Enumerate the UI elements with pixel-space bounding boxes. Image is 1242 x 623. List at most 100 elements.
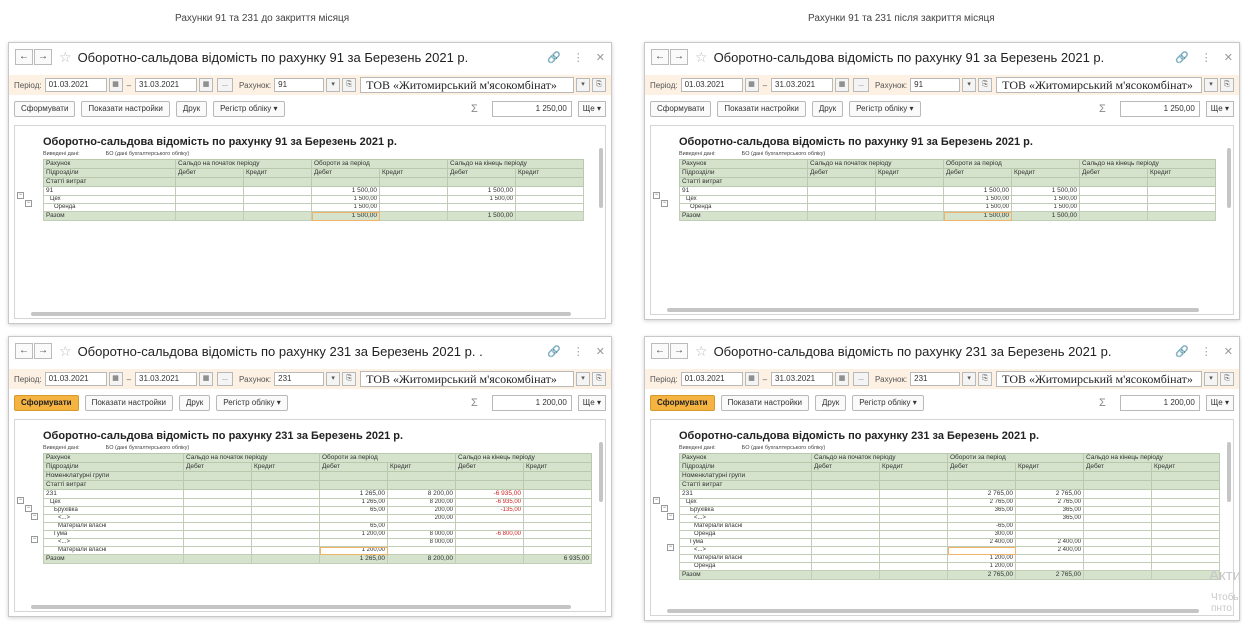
table-row[interactable]: Матеріали власні 65,00: [43, 522, 592, 531]
table-row[interactable]: Брухівка 365,00 365,00: [679, 506, 1220, 515]
back-button[interactable]: ←: [651, 343, 669, 359]
chevron-down-icon[interactable]: ▾: [1204, 78, 1218, 92]
table-row[interactable]: <...> 365,00: [679, 514, 1220, 523]
horizontal-scrollbar[interactable]: [21, 605, 591, 609]
table-row[interactable]: Цех 1 265,00 8 200,00 -6 935,00: [43, 498, 592, 507]
table-row[interactable]: Оренда 1 500,00: [43, 203, 584, 212]
forward-button[interactable]: →: [670, 343, 688, 359]
calendar-icon[interactable]: ▦: [835, 78, 850, 92]
table-row[interactable]: Брухівка 65,00 200,00 -135,00: [43, 506, 592, 515]
close-icon[interactable]: ✕: [1224, 51, 1233, 64]
more-button[interactable]: Ще ▾: [577, 395, 606, 411]
close-icon[interactable]: ✕: [596, 51, 605, 64]
collapse-icon[interactable]: −: [31, 513, 38, 520]
table-row[interactable]: <...> 200,00: [43, 514, 592, 523]
close-icon[interactable]: ✕: [1224, 345, 1233, 358]
collapse-icon[interactable]: −: [17, 497, 24, 504]
table-row[interactable]: Цех 2 765,00 2 765,00: [679, 498, 1220, 507]
table-row[interactable]: <...> 8 000,00: [43, 538, 592, 547]
register-button[interactable]: Регістр обліку ▾: [216, 395, 288, 411]
forward-button[interactable]: →: [670, 49, 688, 65]
collapse-icon[interactable]: −: [17, 192, 24, 199]
star-icon[interactable]: ☆: [695, 344, 708, 358]
organization-field[interactable]: ТОВ «Житомирський м'ясокомбінат»: [360, 77, 574, 93]
back-button[interactable]: ←: [15, 49, 33, 65]
menu-dots-icon[interactable]: ⋮: [573, 51, 584, 64]
chevron-down-icon[interactable]: ▾: [1204, 372, 1218, 386]
table-row[interactable]: Оренда 1 500,00 1 500,00: [679, 203, 1216, 212]
calendar-icon[interactable]: ▦: [744, 372, 759, 386]
period-select-button[interactable]: ...: [853, 372, 870, 386]
vertical-scrollbar[interactable]: [1227, 130, 1231, 302]
print-button[interactable]: Друк: [815, 395, 847, 411]
collapse-icon[interactable]: −: [667, 513, 674, 520]
table-row[interactable]: Оренда 1 200,00: [679, 562, 1220, 571]
print-button[interactable]: Друк: [811, 101, 844, 117]
total-row[interactable]: Разом 2 765,00 2 765,00: [679, 570, 1220, 580]
collapse-icon[interactable]: −: [667, 544, 674, 551]
account-field[interactable]: 91: [910, 78, 961, 92]
link-icon[interactable]: 🔗: [1175, 51, 1189, 64]
open-link-icon[interactable]: ⎘: [342, 78, 357, 92]
calendar-icon[interactable]: ▦: [835, 372, 850, 386]
print-button[interactable]: Друк: [179, 395, 211, 411]
chevron-down-icon[interactable]: ▾: [326, 372, 341, 386]
open-link-icon[interactable]: ⎘: [592, 78, 606, 92]
total-turnover-debit[interactable]: 1 500,00: [943, 211, 1012, 221]
menu-dots-icon[interactable]: ⋮: [573, 345, 584, 358]
register-button[interactable]: Регістр обліку ▾: [213, 101, 285, 117]
back-button[interactable]: ←: [15, 343, 33, 359]
table-row[interactable]: <...> 2 400,00: [679, 546, 1220, 555]
collapse-icon[interactable]: −: [661, 200, 668, 207]
star-icon[interactable]: ☆: [59, 344, 72, 358]
calendar-icon[interactable]: ▦: [199, 372, 214, 386]
calendar-icon[interactable]: ▦: [199, 78, 214, 92]
menu-dots-icon[interactable]: ⋮: [1201, 345, 1212, 358]
show-settings-button[interactable]: Показати настройки: [720, 395, 809, 411]
forward-button[interactable]: →: [34, 343, 52, 359]
open-link-icon[interactable]: ⎘: [342, 372, 357, 386]
register-button[interactable]: Регістр обліку ▾: [852, 395, 924, 411]
chevron-down-icon[interactable]: ▾: [576, 78, 590, 92]
organization-field[interactable]: ТОВ «Житомирський м'ясокомбінат»: [996, 77, 1202, 93]
collapse-icon[interactable]: −: [661, 505, 668, 512]
table-row[interactable]: Цех 1 500,00 1 500,00: [679, 195, 1216, 204]
period-select-button[interactable]: ...: [217, 372, 234, 386]
table-row[interactable]: Цех 1 500,00 1 500,00: [43, 195, 584, 204]
show-settings-button[interactable]: Показати настройки: [81, 101, 170, 117]
table-row[interactable]: Матеріали власні 1 200,00: [43, 546, 592, 555]
date-from-field[interactable]: 01.03.2021: [680, 372, 743, 386]
scroll-thumb[interactable]: [1227, 148, 1231, 208]
generate-button[interactable]: Сформувати: [14, 395, 79, 411]
back-button[interactable]: ←: [651, 49, 669, 65]
more-button[interactable]: Ще ▾: [1205, 395, 1234, 411]
open-link-icon[interactable]: ⎘: [978, 78, 993, 92]
turnover-debit[interactable]: [947, 546, 1016, 555]
total-row[interactable]: Разом 1 500,00 1 500,00: [679, 211, 1216, 221]
period-select-button[interactable]: ...: [853, 78, 870, 92]
table-row[interactable]: 91 1 500,00 1 500,00: [679, 186, 1216, 196]
chevron-down-icon[interactable]: ▾: [576, 372, 590, 386]
table-row[interactable]: Оренда 300,00: [679, 530, 1220, 539]
more-button[interactable]: Ще ▾: [577, 101, 606, 117]
table-row[interactable]: 91 1 500,00 1 500,00: [43, 186, 584, 196]
date-from-field[interactable]: 01.03.2021: [680, 78, 743, 92]
link-icon[interactable]: 🔗: [1175, 345, 1189, 358]
generate-button[interactable]: Сформувати: [650, 101, 712, 117]
turnover-debit[interactable]: 1 200,00: [319, 546, 388, 555]
organization-field[interactable]: ТОВ «Житомирський м'ясокомбінат»: [996, 371, 1202, 387]
open-link-icon[interactable]: ⎘: [1220, 372, 1234, 386]
show-settings-button[interactable]: Показати настройки: [84, 395, 173, 411]
menu-dots-icon[interactable]: ⋮: [1201, 51, 1212, 64]
chevron-down-icon[interactable]: ▾: [962, 372, 977, 386]
more-button[interactable]: Ще ▾: [1205, 101, 1234, 117]
collapse-icon[interactable]: −: [25, 200, 32, 207]
calendar-icon[interactable]: ▦: [744, 78, 759, 92]
horizontal-scrollbar[interactable]: [657, 308, 1219, 312]
organization-field[interactable]: ТОВ «Житомирський м'ясокомбінат»: [360, 371, 574, 387]
table-row[interactable]: Матеріали власні -65,00: [679, 522, 1220, 531]
date-from-field[interactable]: 01.03.2021: [44, 78, 107, 92]
forward-button[interactable]: →: [34, 49, 52, 65]
date-to-field[interactable]: 31.03.2021: [135, 372, 198, 386]
horizontal-scrollbar[interactable]: [21, 312, 591, 316]
